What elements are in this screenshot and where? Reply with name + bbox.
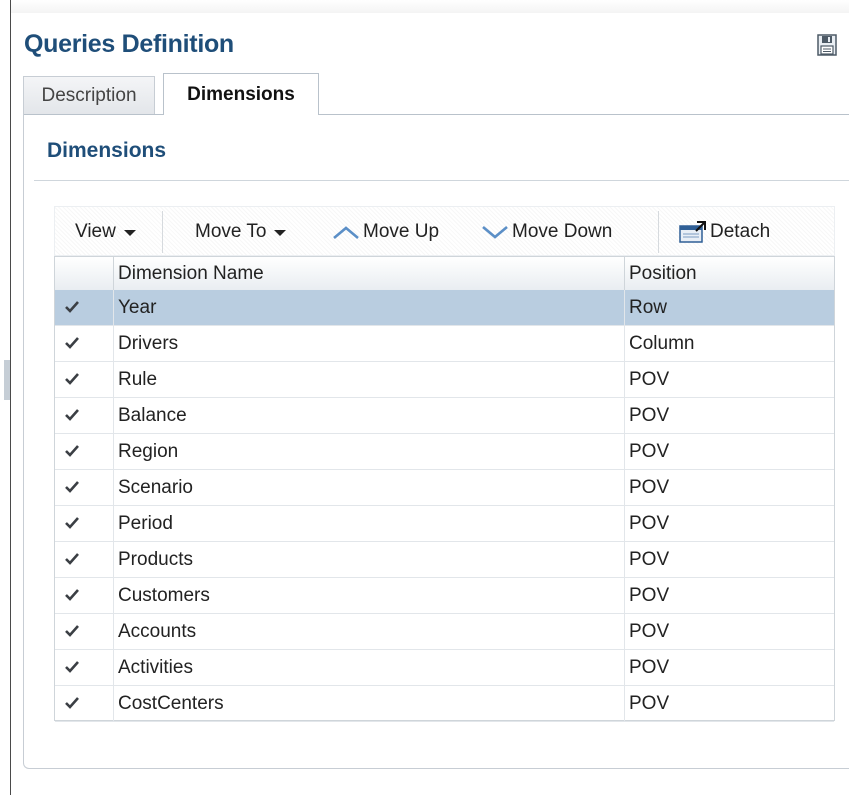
move-down-button[interactable]: Move Down (480, 207, 612, 257)
chevron-down-icon (482, 226, 508, 239)
dimension-name-cell: Period (118, 513, 173, 534)
checkmark-icon (65, 517, 79, 529)
position-cell[interactable]: POV (625, 686, 834, 721)
checkmark-icon (65, 337, 79, 349)
move-to-menu-button[interactable]: Move To (195, 207, 287, 257)
checkmark-icon (65, 373, 79, 385)
table-row[interactable]: Accounts POV (55, 614, 834, 650)
header-dimension-name[interactable]: Dimension Name (114, 257, 624, 290)
view-label: View (75, 221, 116, 242)
table-row[interactable]: Region POV (55, 434, 834, 470)
header-select-column[interactable] (55, 257, 113, 290)
save-icon[interactable] (817, 34, 837, 56)
table-row[interactable]: Period POV (55, 506, 834, 542)
position-cell[interactable]: POV (625, 362, 834, 397)
dropdown-arrow-icon (274, 230, 287, 236)
position-cell[interactable]: POV (625, 650, 834, 685)
position-cell[interactable]: Row (625, 290, 834, 325)
dimensions-table: Dimension Name Position Year Row Drivers Co… (54, 256, 835, 722)
view-menu-button[interactable]: View (75, 207, 136, 257)
checkmark-icon (65, 481, 79, 493)
detach-button[interactable]: Detach (678, 207, 770, 257)
toolbar-separator (658, 211, 659, 253)
move-to-label: Move To (195, 221, 267, 242)
table-row[interactable]: Customers POV (55, 578, 834, 614)
dimension-name-cell: Year (118, 297, 157, 318)
dimension-name-cell: CostCenters (118, 693, 224, 714)
detach-label: Detach (710, 221, 771, 242)
table-row[interactable]: Rule POV (55, 362, 834, 398)
table-row[interactable]: Drivers Column (55, 326, 834, 362)
toolbar-separator (162, 211, 163, 253)
position-cell[interactable]: POV (625, 614, 834, 649)
checkmark-icon (65, 661, 79, 673)
chevron-up-icon (333, 226, 359, 239)
checkmark-icon (65, 589, 79, 601)
checkmark-icon (65, 409, 79, 421)
dimension-name-cell: Rule (118, 369, 158, 390)
checkmark-icon (65, 625, 79, 637)
splitter-handle[interactable] (4, 360, 10, 400)
table-row[interactable]: Balance POV (55, 398, 834, 434)
dimension-name-cell: Products (118, 549, 193, 570)
position-cell[interactable]: Column (625, 326, 834, 361)
position-cell[interactable]: POV (625, 578, 834, 613)
section-title: Dimensions (47, 139, 167, 162)
dimension-name-cell: Accounts (118, 621, 197, 642)
position-cell[interactable]: POV (625, 470, 834, 505)
header-position[interactable]: Position (625, 257, 834, 290)
checkmark-icon (65, 445, 79, 457)
checkmark-icon (65, 301, 79, 313)
table-toolbar: View Move To Move Up Move Down Detach (54, 206, 835, 256)
dimension-name-cell: Region (118, 441, 179, 462)
checkmark-icon (65, 553, 79, 565)
table-row[interactable]: Products POV (55, 542, 834, 578)
detach-icon (679, 221, 706, 243)
table-row[interactable]: CostCenters POV (55, 686, 834, 722)
dimension-name-cell: Drivers (118, 333, 179, 354)
position-cell[interactable]: POV (625, 398, 834, 433)
table-row[interactable]: Year Row (55, 290, 834, 326)
tab-description[interactable]: Description (23, 76, 155, 114)
checkmark-icon (65, 697, 79, 709)
table-row[interactable]: Activities POV (55, 650, 834, 686)
move-up-label: Move Up (363, 221, 440, 242)
window-top-edge (0, 0, 849, 13)
dimension-name-cell: Customers (118, 585, 210, 606)
section-divider (34, 180, 849, 181)
position-cell[interactable]: POV (625, 542, 834, 577)
position-cell[interactable]: POV (625, 434, 834, 469)
move-down-label: Move Down (512, 221, 613, 242)
dimension-name-cell: Balance (118, 405, 187, 426)
dropdown-arrow-icon (123, 230, 136, 236)
tab-dimensions[interactable]: Dimensions (163, 73, 319, 115)
table-row[interactable]: Scenario POV (55, 470, 834, 506)
dimension-name-cell: Scenario (118, 477, 193, 498)
dimension-name-cell: Activities (118, 657, 193, 678)
move-up-button[interactable]: Move Up (331, 207, 439, 257)
position-cell[interactable]: POV (625, 506, 834, 541)
page-title: Queries Definition (24, 30, 234, 58)
table-header: Dimension Name Position (55, 257, 834, 291)
